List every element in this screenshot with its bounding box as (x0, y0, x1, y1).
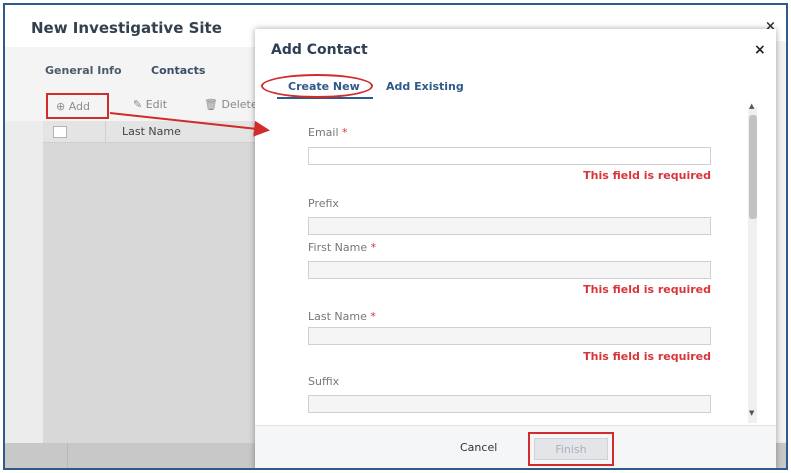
add-button-highlight (46, 93, 109, 119)
scrollbar-thumb[interactable] (749, 115, 757, 219)
column-last-name[interactable]: Last Name (122, 125, 181, 138)
edit-button[interactable]: ✎ Edit (133, 98, 167, 111)
select-all-checkbox[interactable] (53, 126, 67, 138)
scroll-down-icon[interactable]: ▼ (749, 409, 754, 417)
screenshot-frame: New Investigative Site × General Info Co… (3, 3, 788, 470)
contact-form: Email * This field is required Prefix Fi… (255, 105, 776, 425)
scroll-up-icon[interactable]: ▲ (749, 102, 754, 110)
first-name-error: This field is required (583, 283, 711, 296)
contacts-grid-body (43, 143, 273, 443)
prefix-label: Prefix (308, 197, 339, 210)
suffix-field[interactable] (308, 395, 711, 413)
tab-contacts[interactable]: Contacts (151, 64, 205, 77)
required-marker: * (370, 310, 376, 323)
tab-general-info[interactable]: General Info (45, 64, 122, 77)
required-marker: * (370, 241, 377, 254)
last-name-error: This field is required (583, 350, 711, 363)
column-divider (105, 121, 106, 143)
email-field[interactable] (308, 147, 711, 165)
cancel-button[interactable]: Cancel (460, 441, 497, 454)
finish-button[interactable]: Finish (534, 438, 608, 460)
last-name-label: Last Name * (308, 310, 376, 323)
modal-footer: Cancel (255, 425, 776, 468)
create-new-highlight (261, 74, 373, 98)
add-contact-modal: Add Contact × Create New Add Existing Em… (255, 29, 776, 468)
first-name-field[interactable] (308, 261, 711, 279)
required-marker: * (342, 126, 348, 139)
first-name-label: First Name * (308, 241, 377, 254)
edit-label: Edit (145, 98, 168, 111)
prefix-field[interactable] (308, 217, 711, 235)
email-error: This field is required (583, 169, 711, 182)
suffix-label: Suffix (308, 375, 340, 388)
delete-button[interactable]: 🗑 Delete (204, 98, 258, 111)
trash-icon: 🗑 (204, 98, 218, 111)
pencil-icon: ✎ (133, 98, 143, 111)
last-name-field[interactable] (308, 327, 711, 345)
dialog-title: New Investigative Site (31, 19, 222, 37)
email-label: Email * (308, 126, 348, 139)
footer-divider (67, 443, 68, 468)
tab-add-existing[interactable]: Add Existing (386, 80, 464, 93)
modal-title: Add Contact (271, 42, 368, 58)
delete-label: Delete (221, 98, 258, 111)
close-icon[interactable]: × (754, 42, 766, 58)
